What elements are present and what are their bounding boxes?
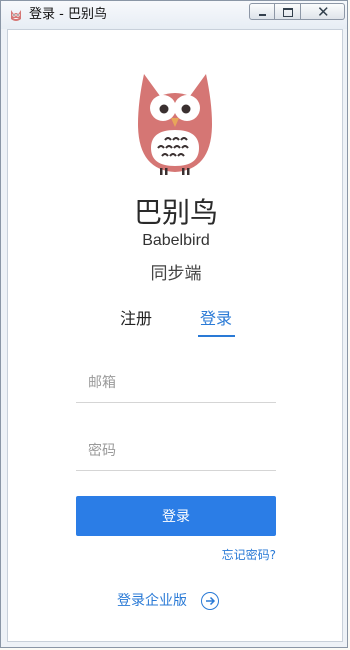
login-panel: 巴别鸟 Babelbird 同步端 注册 登录 登录 忘记密码? 登录企业版	[7, 29, 343, 642]
brand-name-en: Babelbird	[142, 232, 210, 249]
close-button[interactable]: ✕	[301, 3, 345, 21]
login-button[interactable]: 登录	[76, 496, 276, 536]
minimize-button[interactable]	[249, 3, 275, 20]
brand-subtitle: 同步端	[150, 264, 202, 284]
tab-login[interactable]: 登录	[200, 308, 232, 330]
minimize-icon	[259, 14, 266, 16]
maximize-icon	[283, 8, 293, 17]
arrow-right-icon	[206, 596, 216, 606]
owl-app-icon	[11, 10, 21, 21]
close-icon: ✕	[317, 3, 330, 21]
tab-active-underline	[198, 335, 235, 337]
login-window: 登录 - 巴别鸟 ✕ 巴别鸟 Babelbird 同步端 注册 登录 邮箱 登录…	[0, 0, 348, 648]
arrow-circle-right-icon[interactable]	[201, 592, 219, 610]
owl-logo	[138, 74, 212, 175]
tab-register[interactable]: 注册	[120, 308, 152, 330]
window-titlebar[interactable]: 登录 - 巴别鸟 ✕	[1, 1, 347, 29]
forgot-password-link[interactable]: 忘记密码?	[208, 546, 276, 564]
password-field[interactable]	[76, 431, 276, 471]
brand-name: 巴别鸟	[133, 196, 218, 229]
window-title: 登录 - 巴别鸟	[29, 7, 107, 22]
maximize-button[interactable]	[275, 3, 301, 20]
enterprise-login-label: 登录企业版	[117, 593, 187, 609]
email-field[interactable]	[76, 363, 276, 403]
enterprise-login-link[interactable]: 登录企业版	[117, 590, 219, 612]
window-controls: ✕	[249, 3, 345, 22]
